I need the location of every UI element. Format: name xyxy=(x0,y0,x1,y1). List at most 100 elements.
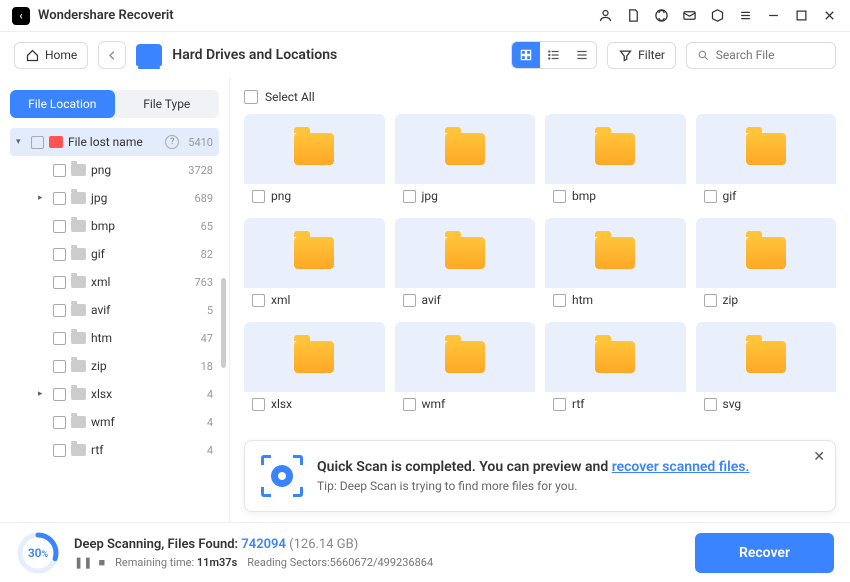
folder-icon xyxy=(71,220,86,232)
recover-files-link[interactable]: recover scanned files. xyxy=(612,459,750,475)
home-button[interactable]: Home xyxy=(14,42,88,69)
tree-item-jpg[interactable]: ▸jpg689 xyxy=(10,184,219,212)
support-icon[interactable] xyxy=(652,7,670,25)
account-icon[interactable] xyxy=(596,7,614,25)
files-size: (126.14 GB) xyxy=(289,537,358,552)
menu-icon[interactable] xyxy=(736,7,754,25)
tree-item-xlsx[interactable]: ▸xlsx4 xyxy=(10,380,219,408)
tree-item-avif[interactable]: avif5 xyxy=(10,296,219,324)
checkbox[interactable] xyxy=(553,294,566,307)
tree-item-wmf[interactable]: wmf4 xyxy=(10,408,219,436)
sidebar-tabs: File Location File Type xyxy=(10,90,219,118)
folder-card-avif[interactable]: avif xyxy=(395,218,536,312)
folder-card-bmp[interactable]: bmp xyxy=(545,114,686,208)
folder-card-label: wmf xyxy=(422,397,446,411)
checkbox[interactable] xyxy=(252,190,265,203)
stop-button[interactable]: ■ xyxy=(98,556,105,569)
filter-button[interactable]: Filter xyxy=(607,42,676,69)
document-icon[interactable] xyxy=(624,7,642,25)
checkbox[interactable] xyxy=(53,248,66,261)
pause-button[interactable]: ❚❚ xyxy=(74,556,92,569)
select-all-checkbox[interactable] xyxy=(244,90,258,104)
tree-root[interactable]: ▾ File lost name ? 5410 xyxy=(10,128,219,156)
folder-card-gif[interactable]: gif xyxy=(696,114,837,208)
checkbox[interactable] xyxy=(704,190,717,203)
checkbox[interactable] xyxy=(53,276,66,289)
checkbox[interactable] xyxy=(403,398,416,411)
folder-card-htm[interactable]: htm xyxy=(545,218,686,312)
search-box[interactable] xyxy=(686,42,836,69)
tree-item-count: 47 xyxy=(201,332,213,345)
titlebar: ‹ Wondershare Recoverit xyxy=(0,0,850,32)
checkbox[interactable] xyxy=(252,398,265,411)
checkbox[interactable] xyxy=(31,136,44,149)
filter-icon xyxy=(618,48,633,63)
scrollbar[interactable] xyxy=(221,278,226,368)
select-all-row[interactable]: Select All xyxy=(244,90,836,104)
checkbox[interactable] xyxy=(704,294,717,307)
folder-icon xyxy=(595,341,635,373)
checkbox[interactable] xyxy=(53,304,66,317)
checkbox[interactable] xyxy=(53,220,66,233)
folder-icon xyxy=(445,237,485,269)
preview-icon xyxy=(261,455,303,497)
chevron-right-icon[interactable]: ▸ xyxy=(38,193,48,203)
chevron-right-icon[interactable]: ▸ xyxy=(38,389,48,399)
tree-root-count: 5410 xyxy=(188,136,213,149)
view-grid-button[interactable] xyxy=(512,42,540,68)
checkbox[interactable] xyxy=(53,332,66,345)
view-list-button[interactable] xyxy=(540,42,568,68)
folder-card-label: rtf xyxy=(572,397,584,411)
tab-file-type[interactable]: File Type xyxy=(115,90,220,118)
tree-item-bmp[interactable]: bmp65 xyxy=(10,212,219,240)
checkbox[interactable] xyxy=(53,444,66,457)
mail-icon[interactable] xyxy=(680,7,698,25)
folder-card-jpg[interactable]: jpg xyxy=(395,114,536,208)
chevron-down-icon[interactable]: ▾ xyxy=(16,137,26,147)
checkbox[interactable] xyxy=(704,398,717,411)
folder-card-svg[interactable]: svg xyxy=(696,322,837,416)
folder-card-label: xlsx xyxy=(271,397,292,411)
checkbox[interactable] xyxy=(53,192,66,205)
folder-card-zip[interactable]: zip xyxy=(696,218,837,312)
minimize-icon[interactable] xyxy=(764,7,782,25)
checkbox[interactable] xyxy=(53,360,66,373)
tree-item-gif[interactable]: gif82 xyxy=(10,240,219,268)
checkbox[interactable] xyxy=(252,294,265,307)
folder-card-wmf[interactable]: wmf xyxy=(395,322,536,416)
folder-card-rtf[interactable]: rtf xyxy=(545,322,686,416)
app-logo-icon: ‹ xyxy=(12,7,30,25)
tree-item-count: 3728 xyxy=(188,164,213,177)
folder-card-label: avif xyxy=(422,293,441,307)
folder-card-png[interactable]: png xyxy=(244,114,385,208)
package-icon[interactable] xyxy=(708,7,726,25)
folder-card-xlsx[interactable]: xlsx xyxy=(244,322,385,416)
maximize-icon[interactable] xyxy=(792,7,810,25)
checkbox[interactable] xyxy=(53,416,66,429)
checkbox[interactable] xyxy=(53,388,66,401)
tree-item-htm[interactable]: htm47 xyxy=(10,324,219,352)
sectors-value: 5660672/499236864 xyxy=(330,556,433,569)
tab-file-location[interactable]: File Location xyxy=(10,90,115,118)
help-icon[interactable]: ? xyxy=(165,135,179,149)
folder-icon xyxy=(71,192,86,204)
checkbox[interactable] xyxy=(403,294,416,307)
tree-item-zip[interactable]: zip18 xyxy=(10,352,219,380)
checkbox[interactable] xyxy=(553,190,566,203)
checkbox[interactable] xyxy=(553,398,566,411)
checkbox[interactable] xyxy=(403,190,416,203)
view-details-button[interactable] xyxy=(568,42,596,68)
tree-item-xml[interactable]: xml763 xyxy=(10,268,219,296)
tree-item-png[interactable]: png3728 xyxy=(10,156,219,184)
search-input[interactable] xyxy=(716,48,825,62)
folder-card-xml[interactable]: xml xyxy=(244,218,385,312)
remaining-time: 11m37s xyxy=(197,556,237,569)
close-icon[interactable] xyxy=(820,7,838,25)
app-title: Wondershare Recoverit xyxy=(38,8,174,23)
checkbox[interactable] xyxy=(53,164,66,177)
banner-close-button[interactable]: ✕ xyxy=(813,449,825,465)
tree-item-rtf[interactable]: rtf4 xyxy=(10,436,219,464)
recover-button[interactable]: Recover xyxy=(695,533,834,573)
folder-card-label: zip xyxy=(723,293,739,307)
back-button[interactable] xyxy=(98,41,126,69)
